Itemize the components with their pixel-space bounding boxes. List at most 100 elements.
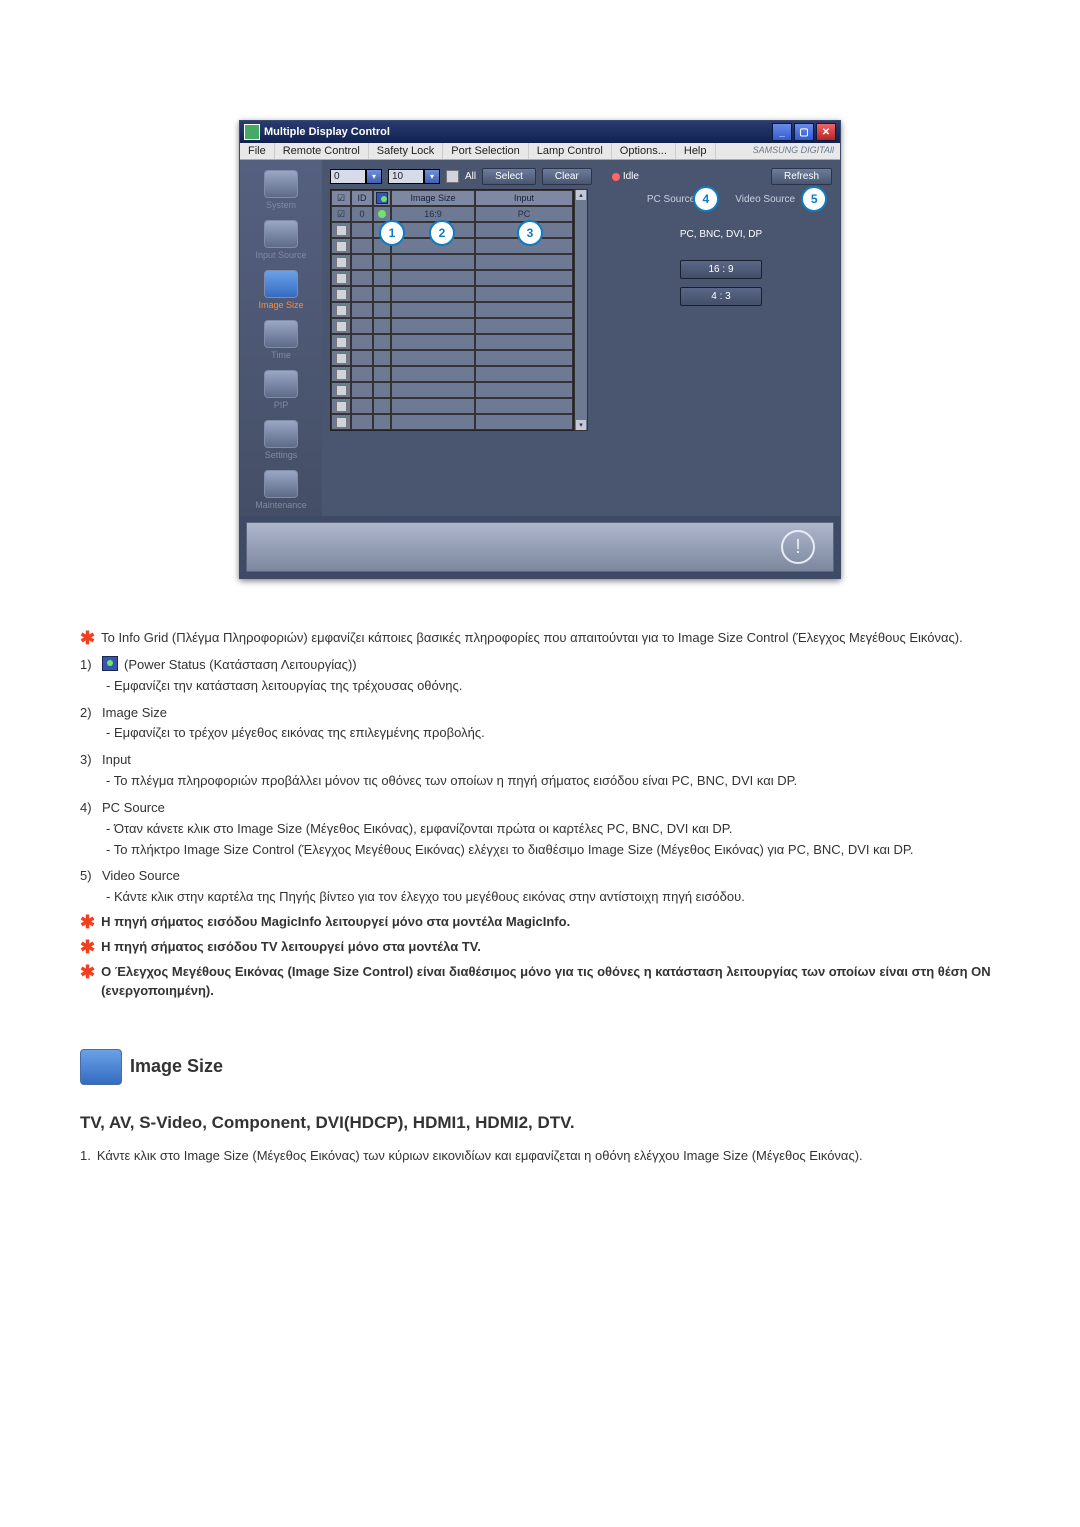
app-icon <box>244 124 260 140</box>
menu-remote-control[interactable]: Remote Control <box>275 143 369 159</box>
star-icon: ✱ <box>80 629 95 647</box>
menu-help[interactable]: Help <box>676 143 716 159</box>
scroll-down-icon[interactable]: ▾ <box>576 420 586 430</box>
from-combo-button[interactable]: ▾ <box>366 169 382 184</box>
empty-row-checkbox[interactable] <box>336 353 347 364</box>
tab-video-source[interactable]: Video Source 5 <box>735 194 795 205</box>
all-label: All <box>465 171 476 182</box>
sidebar-label-time: Time <box>271 350 291 360</box>
n3-number: 3) <box>80 751 96 770</box>
maximize-button[interactable]: ▢ <box>794 123 814 141</box>
bold-note-1: Η πηγή σήματος εισόδου MagicInfo λειτουρ… <box>101 913 570 932</box>
empty-row-checkbox[interactable] <box>336 401 347 412</box>
sidebar-item-time[interactable]: Time <box>246 318 316 366</box>
grid-scrollbar[interactable]: ▴ ▾ <box>574 189 588 431</box>
sidebar-label-settings: Settings <box>265 450 298 460</box>
n1-sub: - Εμφανίζει την κατάσταση λειτουργίας τη… <box>80 677 1000 696</box>
scroll-up-icon[interactable]: ▴ <box>576 190 586 200</box>
n4-sub2: - Το πλήκτρο Image Size Control (Έλεγχος… <box>80 841 1000 860</box>
callout-2: 2 <box>429 220 455 246</box>
sidebar-item-settings[interactable]: Settings <box>246 418 316 466</box>
tab-video-source-label: Video Source <box>735 194 795 205</box>
all-checkbox[interactable] <box>446 170 459 183</box>
empty-row-checkbox[interactable] <box>336 417 347 428</box>
refresh-button[interactable]: Refresh <box>771 168 832 185</box>
empty-row-checkbox[interactable] <box>336 385 347 396</box>
row-image-size: 16:9 <box>391 206 475 222</box>
callout-3: 3 <box>517 220 543 246</box>
sidebar: System Input Source Image Size Time PIP <box>240 160 322 516</box>
bold-note-2: Η πηγή σήματος εισόδου TV λειτουργεί μόν… <box>101 938 481 957</box>
minimize-button[interactable]: _ <box>772 123 792 141</box>
sidebar-item-maintenance[interactable]: Maintenance <box>246 468 316 516</box>
sidebar-label-system: System <box>266 200 296 210</box>
n4-title: PC Source <box>102 799 165 818</box>
titlebar-title: Multiple Display Control <box>264 126 772 138</box>
from-combo[interactable]: 0 ▾ <box>330 169 382 184</box>
status-area: ! <box>246 522 834 572</box>
section-header: Image Size <box>80 1049 1000 1085</box>
tab-pc-source[interactable]: PC Source 4 <box>647 194 695 205</box>
bold-note-3: Ο Έλεγχος Μεγέθους Εικόνας (Image Size C… <box>101 963 1000 1001</box>
menu-options[interactable]: Options... <box>612 143 676 159</box>
settings-icon <box>264 420 298 448</box>
section-title: Image Size <box>130 1053 223 1079</box>
to-combo[interactable]: 10 ▾ <box>388 169 440 184</box>
column-header-image-size[interactable]: Image Size <box>391 190 475 206</box>
clear-button[interactable]: Clear <box>542 168 592 185</box>
empty-row-checkbox[interactable] <box>336 289 347 300</box>
ratio-4-3-button[interactable]: 4 : 3 <box>680 287 762 306</box>
empty-row-checkbox[interactable] <box>336 305 347 316</box>
column-header-id[interactable]: ID <box>351 190 373 206</box>
close-button[interactable]: ✕ <box>816 123 836 141</box>
n2-number: 2) <box>80 704 96 723</box>
callout-1: 1 <box>379 220 405 246</box>
row-checkbox[interactable]: ☑ <box>331 206 351 222</box>
to-combo-value[interactable]: 10 <box>388 169 424 184</box>
sidebar-item-image-size[interactable]: Image Size <box>246 268 316 316</box>
notes-block: ✱ Το Info Grid (Πλέγμα Πληροφοριών) εμφα… <box>80 629 1000 1166</box>
empty-row-checkbox[interactable] <box>336 321 347 332</box>
ratio-16-9-button[interactable]: 16 : 9 <box>680 260 762 279</box>
sidebar-item-pip[interactable]: PIP <box>246 368 316 416</box>
callout-4: 4 <box>693 186 719 212</box>
sources-title: PC, BNC, DVI, DP <box>612 229 830 240</box>
n5-number: 5) <box>80 867 96 886</box>
brand-logo: SAMSUNG DIGITAll <box>747 143 840 159</box>
table-row[interactable]: ☑ 0 16:9 PC <box>331 206 573 222</box>
intro-note: Το Info Grid (Πλέγμα Πληροφοριών) εμφανί… <box>101 629 963 648</box>
menu-safety-lock[interactable]: Safety Lock <box>369 143 443 159</box>
empty-row-checkbox[interactable] <box>336 257 347 268</box>
sidebar-label-pip: PIP <box>274 400 289 410</box>
sidebar-item-system[interactable]: System <box>246 168 316 216</box>
time-icon <box>264 320 298 348</box>
toolbar: 0 ▾ 10 ▾ All Select Clear Idle Re <box>322 160 840 189</box>
column-header-checkbox[interactable]: ☑ <box>331 190 351 206</box>
column-header-power[interactable] <box>373 190 391 206</box>
image-size-icon <box>264 270 298 298</box>
row-input: PC <box>475 206 573 222</box>
main-pane: 0 ▾ 10 ▾ All Select Clear Idle Re <box>322 160 840 516</box>
menu-port-selection[interactable]: Port Selection <box>443 143 528 159</box>
empty-row-checkbox[interactable] <box>336 273 347 284</box>
n2-sub: - Εμφανίζει το τρέχον μέγεθος εικόνας τη… <box>80 724 1000 743</box>
to-combo-button[interactable]: ▾ <box>424 169 440 184</box>
n3-title: Input <box>102 751 131 770</box>
power-on-icon <box>378 210 386 218</box>
app-window: Multiple Display Control _ ▢ ✕ File Remo… <box>239 120 841 579</box>
column-header-input[interactable]: Input <box>475 190 573 206</box>
empty-row-checkbox[interactable] <box>336 225 347 236</box>
sidebar-item-input-source[interactable]: Input Source <box>246 218 316 266</box>
menu-lamp-control[interactable]: Lamp Control <box>529 143 612 159</box>
section-subtitle: TV, AV, S-Video, Component, DVI(HDCP), H… <box>80 1111 1000 1136</box>
empty-row-checkbox[interactable] <box>336 369 347 380</box>
menubar: File Remote Control Safety Lock Port Sel… <box>240 143 840 160</box>
select-button[interactable]: Select <box>482 168 536 185</box>
empty-row-checkbox[interactable] <box>336 337 347 348</box>
idle-indicator-icon <box>612 173 620 181</box>
empty-row-checkbox[interactable] <box>336 241 347 252</box>
menu-file[interactable]: File <box>240 143 275 159</box>
image-size-section-icon <box>80 1049 122 1085</box>
from-combo-value[interactable]: 0 <box>330 169 366 184</box>
info-grid: ☑ ID Image Size Input ☑ 0 16 <box>330 189 574 431</box>
